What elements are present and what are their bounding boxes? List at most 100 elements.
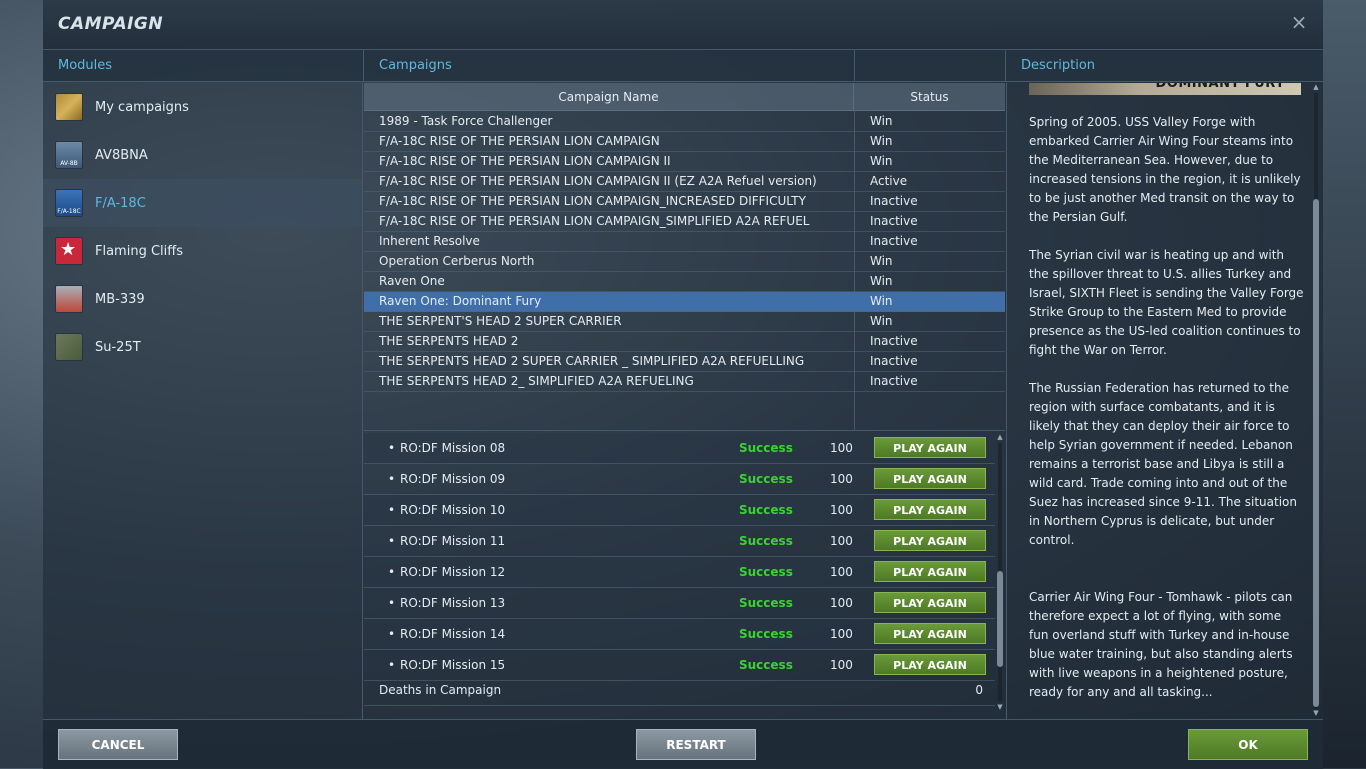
module-label: AV8BNA [95,147,148,163]
campaign-name: Inherent Resolve [379,234,480,248]
title-bar: CAMPAIGN × [43,0,1323,50]
mission-name: RO:DF Mission 13 [388,596,505,610]
mission-name: RO:DF Mission 11 [388,534,505,548]
table-row[interactable]: F/A-18C RISE OF THE PERSIAN LION CAMPAIG… [364,152,1005,172]
description-paragraph: The Syrian civil war is heating up and w… [1029,248,1304,357]
close-icon[interactable]: × [1289,12,1309,32]
scrollbar-thumb[interactable] [1313,199,1319,707]
restart-button[interactable]: RESTART [636,729,756,760]
mission-name: RO:DF Mission 09 [388,472,505,486]
scroll-up-icon[interactable]: ▲ [1311,83,1321,91]
play-again-button[interactable]: PLAY AGAIN [874,654,986,675]
module-label: Su-25T [95,339,141,355]
table-row[interactable]: Raven One Win [364,272,1005,292]
module-item-av8bna[interactable]: AV-8B AV8BNA [43,131,362,179]
banner-text: DOMINANT FURY [1155,83,1285,91]
mission-name: RO:DF Mission 12 [388,565,505,579]
play-again-button[interactable]: PLAY AGAIN [874,530,986,551]
play-again-button[interactable]: PLAY AGAIN [874,623,986,644]
module-item-su25t[interactable]: Su-25T [43,323,362,371]
flaming-cliffs-icon: ★ [55,237,83,265]
play-again-button[interactable]: PLAY AGAIN [874,592,986,613]
play-again-button[interactable]: PLAY AGAIN [874,499,986,520]
su25t-icon [55,333,83,361]
table-row[interactable]: Operation Cerberus North Win [364,252,1005,272]
table-row[interactable]: 1989 - Task Force Challenger Win [364,112,1005,132]
campaign-status: Inactive [870,194,918,208]
play-again-button[interactable]: PLAY AGAIN [874,468,986,489]
campaign-name: Raven One: Dominant Fury [379,294,542,308]
description-header: Description [1006,50,1323,82]
campaigns-table: Campaign Name Status 1989 - Task Force C… [364,83,1005,431]
mission-name: RO:DF Mission 08 [388,441,505,455]
description-paragraph: Spring of 2005. USS Valley Forge with em… [1029,115,1301,224]
module-label: My campaigns [95,99,189,115]
mission-score: 100 [830,596,853,610]
mission-score: 100 [830,565,853,579]
table-row[interactable]: THE SERPENTS HEAD 2_ SIMPLIFIED A2A REFU… [364,372,1005,392]
module-item-flaming-cliffs[interactable]: ★ Flaming Cliffs [43,227,362,275]
description-text: Spring of 2005. USS Valley Forge with em… [1029,113,1304,719]
mission-score: 100 [830,534,853,548]
campaign-name: F/A-18C RISE OF THE PERSIAN LION CAMPAIG… [379,174,817,188]
av8bna-icon: AV-8B [55,141,83,169]
mission-row[interactable]: RO:DF Mission 11 Success 100 PLAY AGAIN [364,526,995,557]
campaign-status: Inactive [870,214,918,228]
missions-scrollbar[interactable]: ▲ ▼ [995,433,1005,713]
module-label: MB-339 [95,291,145,307]
table-row[interactable]: F/A-18C RISE OF THE PERSIAN LION CAMPAIG… [364,172,1005,192]
deaths-label: Deaths in Campaign [379,683,502,697]
mission-row[interactable]: RO:DF Mission 12 Success 100 PLAY AGAIN [364,557,995,588]
mission-row[interactable]: RO:DF Mission 14 Success 100 PLAY AGAIN [364,619,995,650]
table-row[interactable]: THE SERPENTS HEAD 2 SUPER CARRIER _ SIMP… [364,352,1005,372]
mission-score: 100 [830,472,853,486]
description-scrollbar[interactable]: ▲ ▼ [1311,83,1321,719]
mission-result: Success [739,534,793,548]
campaign-status: Win [870,274,893,288]
table-row[interactable]: F/A-18C RISE OF THE PERSIAN LION CAMPAIG… [364,192,1005,212]
table-row[interactable]: Inherent Resolve Inactive [364,232,1005,252]
table-row-selected[interactable]: Raven One: Dominant Fury Win [364,292,1005,312]
window-title: CAMPAIGN [58,14,164,34]
column-header-status[interactable]: Status [854,83,1005,111]
module-item-fa18c[interactable]: F/A-18C F/A-18C [43,179,362,227]
campaign-status: Win [870,314,893,328]
mission-row[interactable]: RO:DF Mission 10 Success 100 PLAY AGAIN [364,495,995,526]
scroll-up-icon[interactable]: ▲ [995,433,1005,441]
my-campaigns-icon [55,93,83,121]
mission-score: 100 [830,627,853,641]
campaign-status: Active [870,174,908,188]
scrollbar-thumb[interactable] [997,571,1003,667]
mission-name: RO:DF Mission 10 [388,503,505,517]
scroll-down-icon[interactable]: ▼ [1311,709,1321,717]
mission-result: Success [739,503,793,517]
mission-row[interactable]: RO:DF Mission 09 Success 100 PLAY AGAIN [364,464,995,495]
deaths-value: 0 [975,683,983,697]
play-again-button[interactable]: PLAY AGAIN [874,437,986,458]
campaign-name: Raven One [379,274,445,288]
footer-bar: CANCEL RESTART OK [43,719,1323,769]
table-row[interactable]: F/A-18C RISE OF THE PERSIAN LION CAMPAIG… [364,212,1005,232]
cancel-button[interactable]: CANCEL [58,729,178,760]
table-row[interactable]: THE SERPENT'S HEAD 2 SUPER CARRIER Win [364,312,1005,332]
mission-score: 100 [830,658,853,672]
campaign-name: F/A-18C RISE OF THE PERSIAN LION CAMPAIG… [379,134,660,148]
ok-button[interactable]: OK [1188,729,1308,760]
campaign-name: THE SERPENTS HEAD 2 [379,334,519,348]
campaign-status: Win [870,134,893,148]
module-item-mb339[interactable]: MB-339 [43,275,362,323]
play-again-button[interactable]: PLAY AGAIN [874,561,986,582]
table-row[interactable]: THE SERPENTS HEAD 2 Inactive [364,332,1005,352]
table-row[interactable]: F/A-18C RISE OF THE PERSIAN LION CAMPAIG… [364,132,1005,152]
mission-name: RO:DF Mission 15 [388,658,505,672]
campaign-name: THE SERPENTS HEAD 2 SUPER CARRIER _ SIMP… [379,354,805,368]
module-item-my-campaigns[interactable]: My campaigns [43,83,362,131]
scroll-down-icon[interactable]: ▼ [995,703,1005,711]
campaign-status: Win [870,114,893,128]
mission-row[interactable]: RO:DF Mission 08 Success 100 PLAY AGAIN [364,433,995,464]
fa18c-icon: F/A-18C [55,189,83,217]
column-header-campaign-name[interactable]: Campaign Name [364,83,854,111]
mission-result: Success [739,658,793,672]
mission-row[interactable]: RO:DF Mission 13 Success 100 PLAY AGAIN [364,588,995,619]
campaign-name: 1989 - Task Force Challenger [379,114,553,128]
